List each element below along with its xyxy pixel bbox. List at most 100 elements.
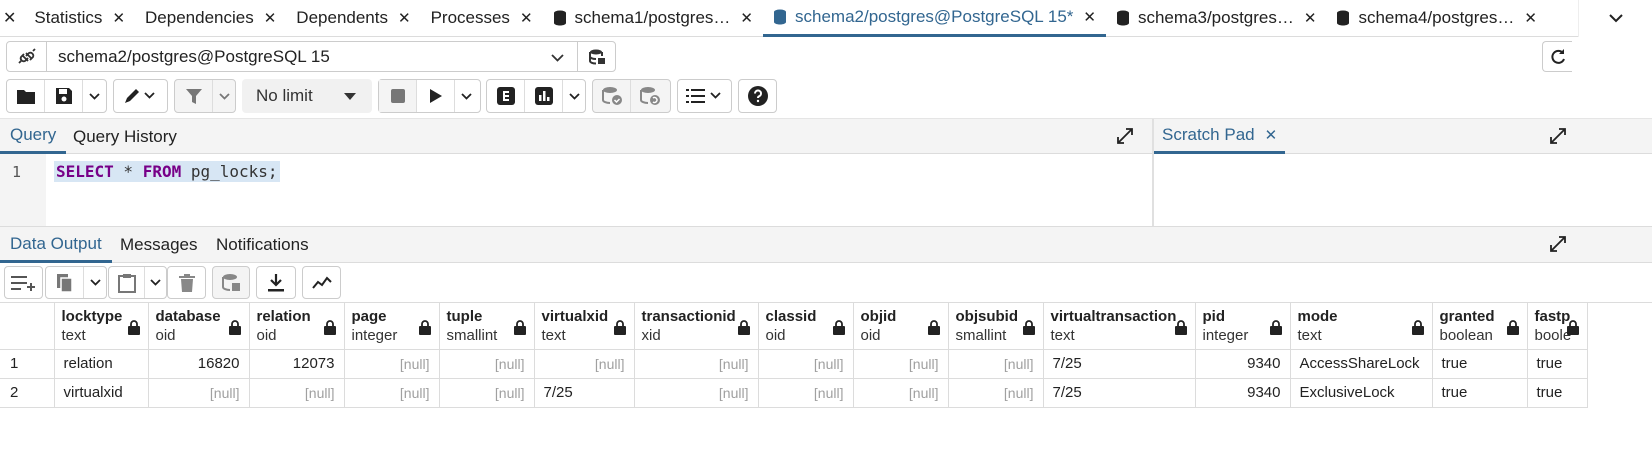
table-cell[interactable]: AccessShareLock [1290,349,1433,379]
database-icon[interactable] [577,42,615,71]
stop-button[interactable] [379,80,417,112]
table-cell[interactable]: [null] [439,349,535,379]
explain-analyze-button[interactable] [525,80,563,112]
row-number-header[interactable] [0,303,55,350]
edit-pencil-button[interactable] [114,80,167,112]
column-header[interactable]: fastp boole [1527,303,1588,350]
column-header[interactable]: page integer [344,303,440,350]
table-row[interactable]: 2 virtualxid [null] [null] [null] [null] 7/25[… [0,378,1588,408]
table-cell[interactable]: 9340 [1195,349,1291,379]
explain-options-chevron-icon[interactable] [563,80,585,112]
column-header[interactable]: relation oid [249,303,345,350]
table-row[interactable]: 1 relation 16820 12073 [null] [null] [null] [nu… [0,349,1588,379]
table-cell[interactable]: [null] [948,349,1044,379]
tab-item[interactable]: schema1/postgres… ✕ [543,0,763,37]
column-header[interactable]: classid oid [758,303,854,350]
help-icon[interactable] [739,80,776,112]
close-icon[interactable]: ✕ [520,9,533,27]
execute-options-chevron-icon[interactable] [455,80,477,112]
execute-button[interactable] [417,80,455,112]
row-number[interactable]: 1 [0,349,55,379]
save-options-chevron-icon[interactable] [83,80,105,112]
table-cell[interactable]: 7/25 [1043,378,1196,408]
chevron-down-icon[interactable] [537,49,577,65]
table-cell[interactable]: relation [54,349,149,379]
row-limit-select[interactable]: No limit [242,79,372,113]
tab-item[interactable]: schema4/postgres… ✕ [1326,0,1546,37]
tab-item[interactable]: Processes ✕ [421,0,543,37]
close-icon[interactable]: ✕ [1524,9,1537,27]
table-cell[interactable]: [null] [249,378,345,408]
paste-options-chevron-icon[interactable] [145,267,166,298]
table-cell[interactable]: ExclusiveLock [1290,378,1433,408]
table-cell[interactable]: [null] [634,349,759,379]
table-cell[interactable]: [null] [534,349,635,379]
column-header[interactable]: granted boolean [1432,303,1528,350]
rollback-icon[interactable] [631,80,669,112]
table-cell[interactable]: [null] [758,378,854,408]
table-cell[interactable]: [null] [853,378,949,408]
column-header[interactable]: objsubid smallint [948,303,1044,350]
tab-data-output[interactable]: Data Output [0,227,112,263]
close-icon[interactable]: ✕ [1304,9,1317,27]
table-cell[interactable]: 7/25 [1043,349,1196,379]
column-header[interactable]: tuple smallint [439,303,535,350]
column-header[interactable]: virtualtransaction text [1043,303,1196,350]
table-cell[interactable]: true [1432,349,1528,379]
tab-notifications[interactable]: Notifications [216,227,309,263]
table-cell[interactable]: [null] [948,378,1044,408]
table-cell[interactable]: 7/25 [534,378,635,408]
table-cell[interactable]: [null] [853,349,949,379]
paste-icon[interactable] [109,267,146,298]
explain-button[interactable] [487,80,525,112]
column-header[interactable]: transactionid xid [634,303,759,350]
sql-code-line[interactable]: SELECT * FROM pg_locks; [54,161,280,182]
column-header[interactable]: virtualxid text [534,303,635,350]
table-cell[interactable]: true [1527,349,1588,379]
tab-overflow-chevron-icon[interactable] [1578,0,1652,37]
row-number[interactable]: 2 [0,378,55,408]
sql-editor[interactable]: 1 SELECT * FROM pg_locks; [0,154,1152,226]
table-cell[interactable]: [null] [634,378,759,408]
filter-chevron-icon[interactable] [213,80,235,112]
close-icon[interactable]: ✕ [1083,8,1096,26]
connection-status-icon[interactable] [7,42,47,71]
delete-icon[interactable] [168,267,205,298]
close-icon[interactable]: ✕ [112,9,125,27]
close-icon[interactable]: ✕ [740,9,753,27]
table-cell[interactable]: 12073 [249,349,345,379]
column-header[interactable]: locktype text [54,303,149,350]
table-cell[interactable]: [null] [758,349,854,379]
tab-item[interactable]: Dependents ✕ [286,0,420,37]
tab-item[interactable]: Dependencies ✕ [135,0,286,37]
table-cell[interactable]: [null] [148,378,250,408]
connection-select[interactable]: schema2/postgres@PostgreSQL 15 [6,41,616,72]
tab-item[interactable]: schema2/postgres@PostgreSQL 15* ✕ [763,0,1106,37]
tab-item[interactable]: Statistics ✕ [24,0,135,37]
table-cell[interactable]: 9340 [1195,378,1291,408]
tab-item[interactable]: schema3/postgres… ✕ [1106,0,1326,37]
table-cell[interactable]: virtualxid [54,378,149,408]
refresh-icon[interactable] [1542,41,1572,72]
tab-query[interactable]: Query [0,119,67,154]
expand-icon[interactable] [1116,127,1134,150]
table-cell[interactable]: true [1432,378,1528,408]
tab-scratch-pad[interactable]: Scratch Pad ✕ [1154,119,1286,154]
table-cell[interactable]: [null] [344,378,440,408]
tab-messages[interactable]: Messages [120,227,197,263]
graph-visualiser-icon[interactable] [303,267,340,298]
expand-icon[interactable] [1549,127,1567,150]
save-button[interactable] [45,80,83,112]
table-cell[interactable]: [null] [439,378,535,408]
table-cell[interactable]: true [1527,378,1588,408]
close-icon[interactable]: ✕ [264,9,277,27]
column-header[interactable]: mode text [1290,303,1433,350]
table-cell[interactable]: 16820 [148,349,250,379]
commit-icon[interactable] [593,80,631,112]
copy-options-chevron-icon[interactable] [84,267,106,298]
close-icon[interactable]: ✕ [1265,126,1278,144]
column-header[interactable]: database oid [148,303,250,350]
open-file-button[interactable] [7,80,45,112]
copy-icon[interactable] [46,267,84,298]
add-row-icon[interactable] [5,267,42,298]
